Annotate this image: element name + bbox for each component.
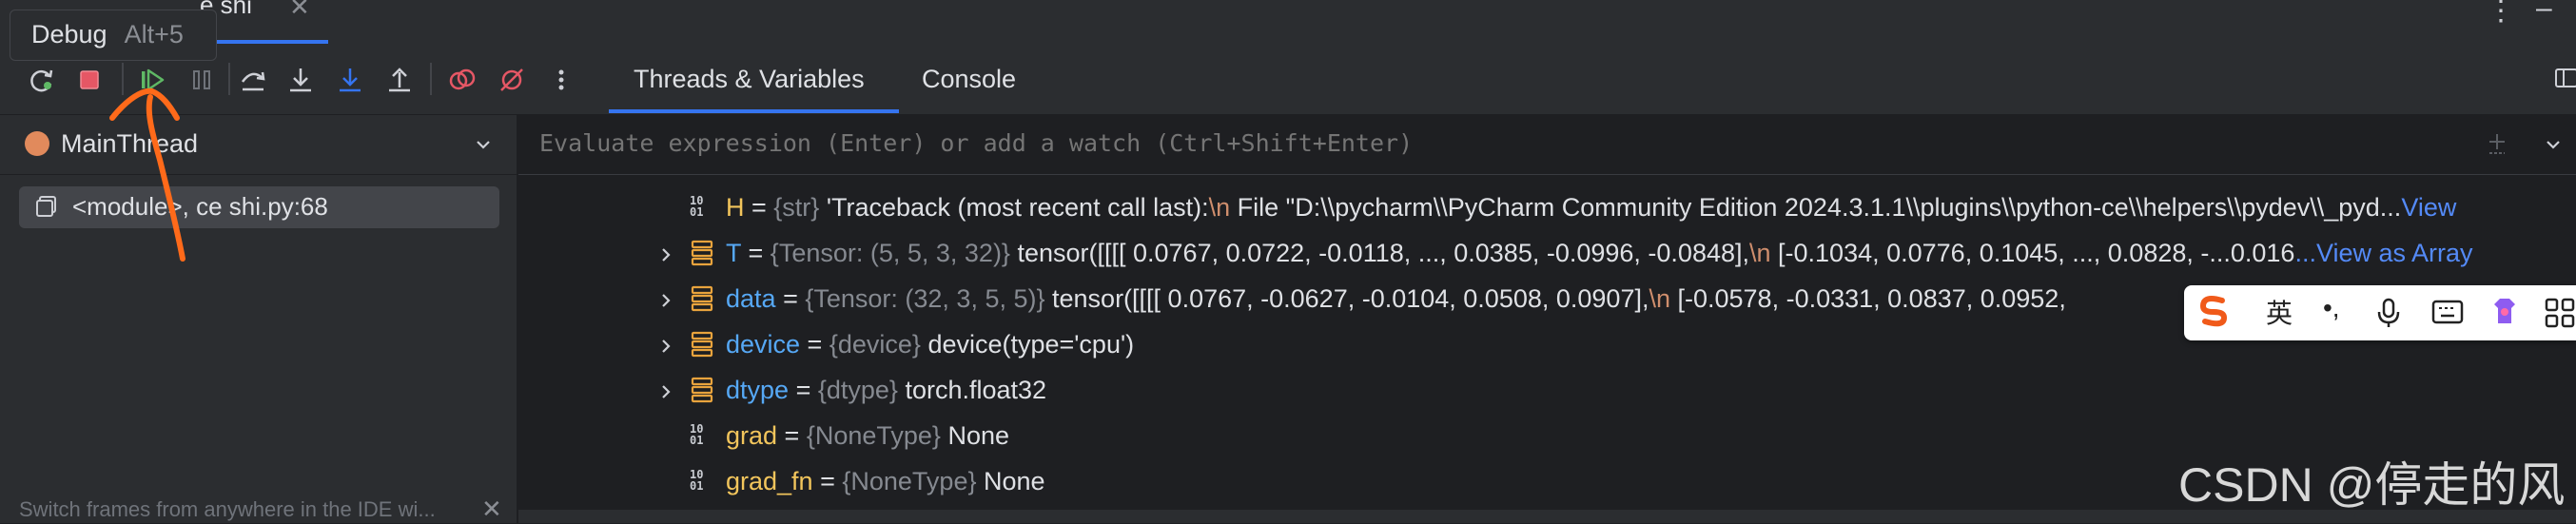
variable-type: {Tensor: (32, 3, 5, 5)} [805, 284, 1045, 313]
object-icon [690, 284, 714, 320]
frames-hint: Switch frames from anywhere in the IDE w… [19, 497, 436, 521]
variable-name: data [726, 284, 776, 313]
variable-name: dtype [726, 376, 790, 404]
keyboard-icon[interactable] [2431, 299, 2464, 332]
thread-name[interactable]: MainThread [61, 129, 198, 159]
microphone-icon[interactable] [2374, 297, 2403, 336]
variable-value: tensor([[[[ 0.0767, -0.0627, -0.0104, 0.… [1052, 284, 2066, 313]
chevron-right-icon[interactable] [655, 334, 676, 363]
variable-value: 'Traceback (most recent call last):\n Fi… [826, 193, 2402, 222]
variable-name: device [726, 330, 801, 359]
variable-value: torch.float32 [905, 376, 1047, 404]
watch-input[interactable] [539, 129, 2347, 157]
variable-name: grad_fn [726, 467, 813, 495]
chevron-right-icon[interactable] [655, 379, 676, 409]
variable-value: None [984, 467, 1045, 495]
toolbar-separator [228, 63, 230, 95]
frame-icon [34, 194, 59, 223]
primitive-value-icon: 10 01 [690, 468, 704, 493]
chevron-right-icon[interactable] [655, 288, 676, 318]
watermark: CSDN @停走的风 [2178, 458, 2566, 512]
tab-console[interactable]: Console [922, 65, 1016, 94]
variable-row[interactable]: T = {Tensor: (5, 5, 3, 32)} tensor([[[[ … [518, 231, 2576, 277]
variable-row[interactable]: 10 01 H = {str} 'Traceback (most recent ca… [518, 185, 2576, 231]
variable-type: {str} [773, 193, 820, 222]
add-watch-icon[interactable] [2485, 131, 2509, 161]
more-vertical-icon[interactable]: ⋮ [2487, 0, 2515, 28]
primitive-value-icon: 10 01 [690, 422, 704, 447]
skin-icon[interactable] [2488, 295, 2521, 334]
editor-tab-strip [0, 0, 2576, 46]
frames-pane [0, 115, 517, 523]
toolbar-separator [122, 63, 124, 95]
stop-icon[interactable] [70, 61, 108, 99]
variable-type: {Tensor: (5, 5, 3, 32)} [770, 239, 1010, 267]
debug-tooltip: Debug Alt+5 [10, 10, 217, 61]
chevron-right-icon[interactable] [655, 243, 676, 272]
variable-value: None [947, 421, 1010, 450]
minimize-icon[interactable]: – [2536, 0, 2552, 25]
variable-row[interactable]: dtype = {dtype} torch.float32 [518, 368, 2576, 414]
mute-breakpoints-icon[interactable] [493, 61, 531, 99]
app-grid-icon[interactable] [2544, 297, 2576, 336]
frame-label[interactable]: <module>, ce shi.py:68 [72, 192, 328, 222]
view-link[interactable]: ...View as Array [2294, 239, 2472, 267]
variable-type: {dtype} [817, 376, 898, 404]
ime-language[interactable]: 英 [2266, 293, 2293, 331]
ime-punctuation[interactable]: •, [2323, 293, 2340, 323]
variable-type: {NoneType} [842, 467, 977, 495]
object-icon [690, 376, 714, 411]
variable-name: H [726, 193, 745, 222]
variable-value: tensor([[[[ 0.0767, 0.0722, -0.0118, ...… [1017, 239, 2295, 267]
tab-threads-variables[interactable]: Threads & Variables [634, 65, 865, 94]
pause-icon[interactable] [183, 61, 221, 99]
file-tab-close-icon[interactable]: ✕ [289, 0, 310, 22]
primitive-value-icon: 10 01 [690, 194, 704, 219]
tooltip-title: Debug [31, 20, 107, 49]
object-icon [690, 239, 714, 274]
active-tab-indicator [609, 109, 899, 113]
variable-type: {NoneType} [806, 421, 941, 450]
view-link[interactable]: View [2401, 193, 2456, 222]
step-into-my-code-icon[interactable] [331, 61, 369, 99]
sogou-logo-icon[interactable] [2194, 291, 2234, 338]
object-icon [690, 330, 714, 365]
variable-value: device(type='cpu') [927, 330, 1135, 359]
tooltip-shortcut: Alt+5 [124, 20, 184, 49]
step-over-icon[interactable] [234, 61, 272, 99]
layout-icon[interactable] [2553, 65, 2576, 96]
rerun-icon[interactable] [23, 61, 61, 99]
more-icon[interactable] [542, 61, 580, 99]
variable-name: T [726, 239, 742, 267]
chevron-down-icon[interactable] [472, 133, 495, 161]
thread-status-icon [25, 131, 49, 156]
step-into-icon[interactable] [282, 61, 320, 99]
variable-name: grad [726, 421, 778, 450]
chevron-down-icon[interactable] [2542, 133, 2565, 161]
resume-icon[interactable] [133, 61, 171, 99]
variable-type: {device} [829, 330, 921, 359]
view-breakpoints-icon[interactable] [443, 61, 481, 99]
toolbar-separator [430, 63, 432, 95]
hint-close-icon[interactable]: ✕ [481, 495, 502, 524]
step-out-icon[interactable] [381, 61, 419, 99]
